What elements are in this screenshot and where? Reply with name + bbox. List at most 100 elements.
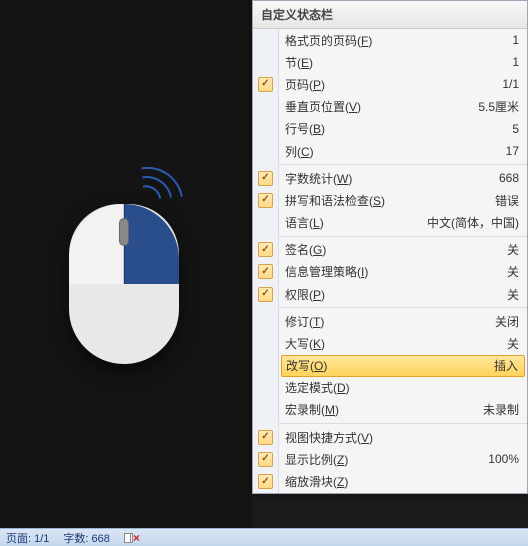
menu-item-section[interactable]: 节(E) 1 — [279, 51, 527, 73]
menu-item-value: 668 — [499, 171, 519, 185]
check-cell-vertical-position — [253, 96, 278, 118]
check-cell-column — [253, 140, 278, 162]
menu-item-label: 字数统计(W) — [285, 170, 352, 187]
menu-item-value: 1 — [512, 33, 519, 47]
menu-item-value: 关 — [507, 241, 519, 258]
mouse-illustration — [56, 154, 196, 374]
check-cell-page-number: ✓ — [253, 73, 278, 95]
check-icon: ✓ — [258, 287, 273, 302]
menu-item-label: 信息管理策略(I) — [285, 263, 368, 280]
check-icon: ✓ — [258, 264, 273, 279]
check-icon: ✓ — [258, 193, 273, 208]
check-cell-macro-record — [253, 399, 278, 421]
menu-item-permissions[interactable]: 权限(P) 关 — [279, 283, 527, 305]
menu-item-label: 大写(K) — [285, 335, 325, 352]
menu-item-macro-record[interactable]: 宏录制(M) 未录制 — [279, 399, 527, 421]
menu-item-zoom[interactable]: 显示比例(Z) 100% — [279, 448, 527, 470]
menu-item-spell-grammar[interactable]: 拼写和语法检查(S) 错误 — [279, 189, 527, 211]
menu-item-value: 1/1 — [502, 77, 519, 91]
menu-separator — [279, 307, 527, 308]
menu-item-view-shortcut[interactable]: 视图快捷方式(V) — [279, 426, 527, 448]
check-icon: ✓ — [258, 171, 273, 186]
menu-item-value: 100% — [488, 452, 519, 466]
check-cell-line-number — [253, 118, 278, 140]
menu-item-value: 关 — [507, 263, 519, 280]
document-canvas — [0, 0, 252, 528]
menu-separator — [279, 423, 527, 424]
menu-item-value: 关闭 — [495, 313, 519, 330]
menu-item-label: 选定模式(D) — [285, 379, 350, 396]
status-page[interactable]: 页面: 1/1 — [6, 530, 49, 546]
check-cell-zoom-slider: ✓ — [253, 471, 278, 493]
menu-item-value: 未录制 — [483, 401, 519, 418]
menu-item-caps-lock[interactable]: 大写(K) 关 — [279, 332, 527, 354]
menu-item-page-of-format[interactable]: 格式页的页码(F) 1 — [279, 29, 527, 51]
check-cell-revisions — [253, 310, 278, 332]
status-spellcheck-icon[interactable]: × — [124, 531, 140, 545]
menu-item-label: 语言(L) — [285, 214, 324, 231]
menu-item-line-number[interactable]: 行号(B) 5 — [279, 118, 527, 140]
menu-item-vertical-position[interactable]: 垂直页位置(V) 5.5厘米 — [279, 96, 527, 118]
menu-item-value: 插入 — [494, 357, 518, 374]
menu-item-selection-mode[interactable]: 选定模式(D) — [279, 377, 527, 399]
menu-item-signature[interactable]: 签名(G) 关 — [279, 239, 527, 261]
menu-separator — [279, 164, 527, 165]
menu-item-word-count[interactable]: 字数统计(W) 668 — [279, 167, 527, 189]
menu-item-label: 缩放滑块(Z) — [285, 473, 348, 490]
check-cell-zoom: ✓ — [253, 448, 278, 470]
menu-item-label: 修订(T) — [285, 313, 324, 330]
check-cell-selection-mode — [253, 377, 278, 399]
menu-item-label: 格式页的页码(F) — [285, 32, 372, 49]
menu-item-value: 17 — [506, 144, 519, 158]
menu-item-label: 列(C) — [285, 143, 314, 160]
menu-item-label: 签名(G) — [285, 241, 326, 258]
mouse-wheel-icon — [119, 218, 129, 246]
check-cell-signature: ✓ — [253, 239, 278, 261]
menu-item-value: 关 — [507, 286, 519, 303]
menu-item-label: 宏录制(M) — [285, 401, 339, 418]
menu-title: 自定义状态栏 — [253, 1, 527, 29]
menu-gutter: ✓ ✓ ✓ ✓ ✓ ✓ ✓ ✓ ✓ — [253, 29, 279, 493]
menu-item-value: 5 — [512, 122, 519, 136]
menu-item-label: 显示比例(Z) — [285, 451, 348, 468]
menu-item-label: 权限(P) — [285, 286, 325, 303]
check-cell-language — [253, 212, 278, 234]
menu-item-overtype[interactable]: 改写(O)插入 — [281, 355, 525, 377]
check-cell-overtype — [253, 355, 278, 377]
menu-item-label: 行号(B) — [285, 120, 325, 137]
check-cell-permissions: ✓ — [253, 283, 278, 305]
menu-item-value: 关 — [507, 335, 519, 352]
menu-separator — [279, 236, 527, 237]
menu-item-label: 垂直页位置(V) — [285, 98, 361, 115]
check-icon: ✓ — [258, 430, 273, 445]
check-cell-info-policy: ✓ — [253, 261, 278, 283]
check-cell-view-shortcut: ✓ — [253, 426, 278, 448]
book-icon — [124, 533, 133, 543]
menu-item-zoom-slider[interactable]: 缩放滑块(Z) — [279, 470, 527, 492]
check-cell-word-count: ✓ — [253, 167, 278, 189]
menu-item-column[interactable]: 列(C) 17 — [279, 140, 527, 162]
check-icon: ✓ — [258, 452, 273, 467]
menu-item-language[interactable]: 语言(L)中文(简体，中国) — [279, 212, 527, 234]
check-icon: ✓ — [258, 242, 273, 257]
mouse-left-button-icon — [69, 204, 124, 284]
menu-item-label: 节(E) — [285, 54, 313, 71]
menu-items-area: 格式页的页码(F) 1 节(E) 1 页码(P) 1/1 垂直页位置(V) 5.5厘米行号(B… — [279, 29, 527, 493]
menu-item-label: 拼写和语法检查(S) — [285, 192, 385, 209]
check-cell-page-of-format — [253, 29, 278, 51]
menu-item-revisions[interactable]: 修订(T) 关闭 — [279, 310, 527, 332]
mouse-right-button-icon — [124, 204, 179, 284]
check-cell-spell-grammar: ✓ — [253, 189, 278, 211]
menu-item-value: 1 — [512, 55, 519, 69]
customize-status-bar-menu[interactable]: 自定义状态栏 ✓ ✓ ✓ ✓ ✓ ✓ ✓ ✓ ✓ 格式页的页码(F) 1 节(E) 1 页码(P) 1/1… — [252, 0, 528, 494]
menu-item-label: 页码(P) — [285, 76, 325, 93]
status-word-count[interactable]: 字数: 668 — [63, 530, 109, 546]
check-icon: ✓ — [258, 474, 273, 489]
check-icon: ✓ — [258, 77, 273, 92]
menu-item-info-policy[interactable]: 信息管理策略(I) 关 — [279, 261, 527, 283]
menu-item-value: 5.5厘米 — [478, 98, 519, 115]
check-cell-caps-lock — [253, 332, 278, 354]
menu-item-page-number[interactable]: 页码(P) 1/1 — [279, 73, 527, 95]
menu-item-value: 错误 — [495, 192, 519, 209]
error-x-icon: × — [133, 531, 140, 545]
